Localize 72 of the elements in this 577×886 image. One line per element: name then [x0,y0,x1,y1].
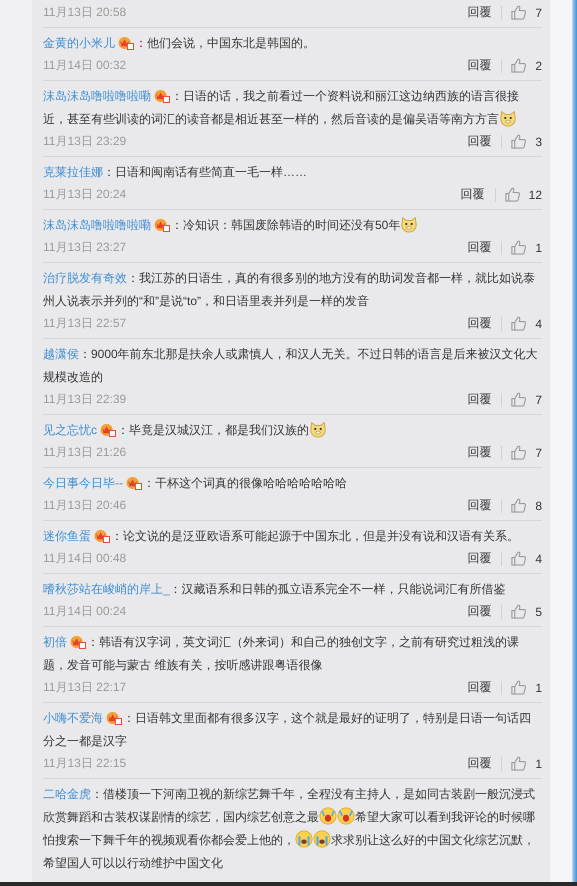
crying-face-icon [313,830,331,848]
screaming-face-icon [337,807,355,825]
like-count: 7 [535,6,542,20]
like-count: 5 [535,604,542,618]
like-count: 2 [535,58,542,72]
comment-text: 金黄的小米儿 ：他们会说，中国东北是韩国的。 [43,34,316,52]
like-count: 8 [535,498,542,512]
comment-text: 越潇侯：9000年前东北那是扶余人或肃慎人，和汉人无关。不过日韩的语言是后来被汉文化大规模改造的 [43,346,539,386]
comment-time: 11月13日 22:15 [43,755,126,772]
comment-time: 11月14日 00:24 [43,603,126,620]
comment-time: 11月13日 21:26 [43,444,126,461]
thumbs-up-icon[interactable] [510,444,528,461]
like-count: 7 [535,392,542,406]
thumbs-up-icon[interactable] [510,239,528,256]
like-count: 1 [535,680,542,694]
thumbs-up-icon[interactable] [504,186,521,203]
reply-link[interactable]: 回覆 [467,550,492,567]
comment-time: 11月14日 00:32 [43,57,126,74]
reply-link[interactable]: 回覆 [467,239,492,256]
thumbs-up-icon[interactable] [510,497,528,514]
comment-text: 初倍 ：韩语有汉字词，英文词汇（外来词）和自己的独创文字，之前有研究过粗浅的课题，发音可能与蒙古 维族有关，按听感讲跟粤语很像 [43,633,520,674]
comment-time: 11月13日 20:46 [43,497,126,514]
dog-face-icon [400,215,418,233]
like-count: 4 [535,552,542,566]
comment-time: 11月13日 23:27 [43,239,126,256]
comment-text: 嗜秋莎站在峻峭的岸上_：汉藏语系和日韩的孤立语系完全不一样，只能说词汇有所借鉴 [43,581,507,598]
thumbs-up-icon[interactable] [510,4,528,21]
reply-link[interactable]: 回覆 [460,186,485,203]
reply-link[interactable]: 回覆 [467,755,492,772]
comment-text: 今日事今日毕-- ：干杯这个词真的很像哈哈哈哈哈哈哈 [43,474,348,492]
like-count: 1 [535,756,542,770]
like-count: 3 [535,134,542,148]
comment-text: 小嗨不爱海 ：日语韩文里面都有很多汉字，这个就是最好的证明了，特别是日语一句话四分之一都是汉字 [43,709,532,750]
comment-text: 沫岛沫岛噜啦噜啦嘞 ：冷知识：韩国废除韩语的时间还没有50年 [43,214,542,237]
comment-text: 治疗脱发有奇效：我江苏的日语生，真的有很多别的地方没有的助词发音都一样，就比如说泰州人说表示并列的“和”是说“to”，和日语里表并列是一样的发音 [43,270,536,310]
dog-face-icon [499,109,517,127]
reply-link[interactable]: 回覆 [467,497,492,514]
reply-link[interactable]: 回覆 [467,315,492,332]
comment-time: 11月13日 22:57 [43,315,126,332]
comment-text: 二哈金虎：借楼顶一下河南卫视的新综艺舞千年，全程没有主持人，是如同古装剧一般沉浸式欣赏舞蹈和古装权谋剧情的综艺，国内综艺创意之最 希望大家可以看到我评论的时候哪怕搜索一下舞千年的视频观看你都会爱上他的， 求求别让这么好的中国文化综艺沉默，希望国人可以以行动维护中国文化 [43,786,536,872]
thumbs-up-icon[interactable] [510,133,528,150]
dog-face-icon [309,420,327,438]
reply-link[interactable]: 回覆 [467,133,492,150]
crying-face-icon [295,830,313,848]
thumbs-up-icon[interactable] [510,57,528,74]
comment-time: 11月13日 20:58 [43,4,126,21]
reply-link[interactable]: 回覆 [467,391,492,408]
like-count: 1 [535,240,542,254]
thumbs-up-icon[interactable] [510,315,528,332]
comment-time: 11月13日 22:17 [43,679,126,696]
comment-text: 沫岛沫岛噜啦噜啦嘞 ：日语的话，我之前看过一个资料说和丽江这边纳西族的语言很接近，甚至有些训读的词汇的读音都是相近甚至一样的，然后音读的是偏吴语等南方方言 [43,87,520,129]
comment-time: 11月13日 22:39 [43,391,126,408]
reply-link[interactable]: 回覆 [467,444,492,461]
comment-time: 11月13日 23:29 [43,133,126,150]
thumbs-up-icon[interactable] [510,603,528,620]
comment-text: 见之忘忧c ：毕竟是汉城汉江，都是我们汉族的 [43,419,542,442]
like-count: 7 [535,446,542,460]
reply-link[interactable]: 回覆 [467,679,492,696]
thumbs-up-icon[interactable] [510,755,528,772]
thumbs-up-icon[interactable] [510,550,528,567]
thumbs-up-icon[interactable] [510,679,528,696]
reply-link[interactable]: 回覆 [467,603,492,620]
comment-text: 迷你鱼蛋 ：论文说的是泛亚欧语系可能起源于中国东北，但是并没有说和汉语有关系。 [43,527,520,545]
like-count: 12 [528,188,542,202]
comment-text: 克莱拉佳娜：日语和闽南话有些简直一毛一样…… [43,164,308,181]
comment-time: 11月13日 20:24 [43,186,126,203]
thumbs-up-icon[interactable] [510,391,528,408]
like-count: 4 [535,316,542,330]
comment-time: 11月14日 00:48 [43,550,126,567]
reply-link[interactable]: 回覆 [467,57,492,74]
reply-link[interactable]: 回覆 [467,4,492,21]
screaming-face-icon [319,807,337,825]
